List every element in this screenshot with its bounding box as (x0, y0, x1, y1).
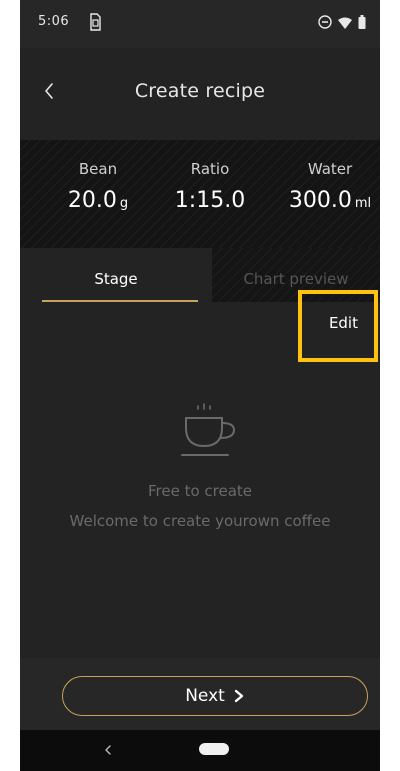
page-title: Create recipe (134, 80, 266, 102)
coffee-cup-icon (178, 398, 250, 470)
bean-metric: Bean 20.0 g (58, 160, 138, 213)
water-unit: ml (354, 196, 372, 211)
status-icons (318, 14, 366, 33)
battery-icon (358, 14, 366, 33)
app-header: Create recipe (20, 48, 380, 140)
water-metric: Water 300.0 ml (282, 160, 378, 213)
ratio-label: Ratio (190, 160, 230, 178)
next-button[interactable]: Next (62, 676, 368, 716)
bean-value: 20.0 (67, 188, 117, 213)
status-time: 5:06 (38, 14, 70, 29)
edit-label: Edit (328, 314, 358, 332)
sim-icon (88, 13, 102, 31)
stage-content: Edit Free to create Welcome to create yo… (20, 290, 380, 658)
water-label: Water (307, 160, 353, 178)
tab-stage[interactable]: Stage (20, 248, 212, 302)
chevron-right-icon (233, 689, 245, 703)
next-label: Next (185, 686, 225, 706)
empty-state-title: Free to create (147, 482, 253, 500)
app-screen: 5:06 Create recipe Bean 20.0 g Ratio 1:1… (20, 0, 380, 771)
system-home-pill[interactable] (199, 743, 229, 755)
recipe-summary: Bean 20.0 g Ratio 1:15.0 Water 300.0 ml (20, 140, 380, 248)
bean-unit: g (119, 196, 129, 211)
tab-stage-label: Stage (94, 270, 138, 288)
ratio-value: 1:15.0 (174, 188, 246, 213)
footer-bar: Next (20, 658, 380, 730)
edit-button[interactable]: Edit (298, 290, 378, 362)
tab-chart-preview-label: Chart preview (243, 270, 349, 288)
system-nav-bar (20, 730, 380, 771)
water-value: 300.0 (288, 188, 352, 213)
water-value-row: 300.0 ml (282, 188, 378, 213)
empty-state-subtitle: Welcome to create yourown coffee (69, 512, 331, 530)
ratio-metric: Ratio 1:15.0 (160, 160, 260, 213)
wifi-icon (338, 14, 352, 33)
bean-value-row: 20.0 g (58, 188, 138, 213)
system-back-icon[interactable] (100, 742, 116, 758)
do-not-disturb-icon (318, 14, 332, 33)
bean-label: Bean (78, 160, 118, 178)
status-bar: 5:06 (20, 0, 380, 48)
